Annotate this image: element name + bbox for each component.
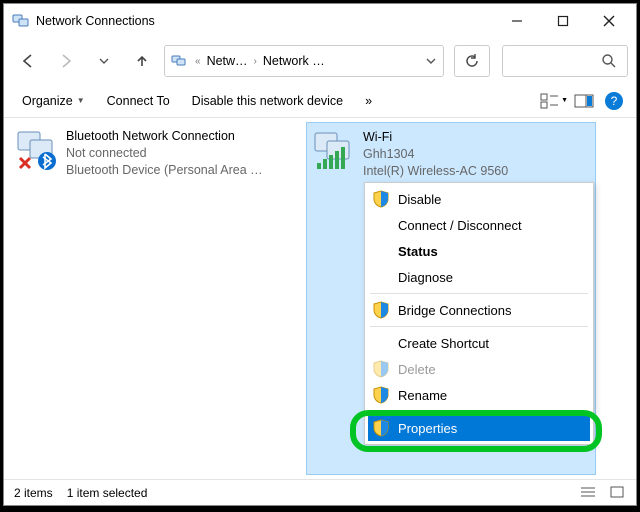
adapter-name: Wi-Fi [363, 129, 508, 146]
selection-count: 1 item selected [67, 486, 148, 500]
forward-button[interactable] [50, 45, 82, 77]
titlebar: Network Connections [4, 4, 636, 38]
breadcrumb-item[interactable]: Netw… [207, 54, 248, 68]
organize-label: Organize [22, 94, 73, 108]
preview-pane-button[interactable] [570, 89, 598, 113]
back-button[interactable] [12, 45, 44, 77]
adapter-device: Intel(R) Wireless-AC 9560 [363, 163, 508, 180]
help-button[interactable]: ? [600, 89, 628, 113]
window-controls [494, 6, 632, 36]
context-menu-disable[interactable]: Disable [368, 186, 590, 212]
breadcrumb-chevron: › [254, 56, 257, 67]
shield-icon [372, 386, 390, 404]
refresh-button[interactable] [454, 45, 490, 77]
large-icons-view-icon[interactable] [610, 486, 626, 500]
chevron-down-icon: ▼ [77, 96, 85, 105]
adapter-status: Ghh1304 [363, 146, 508, 163]
context-menu-delete: Delete [368, 356, 590, 382]
close-button[interactable] [586, 6, 632, 36]
minimize-button[interactable] [494, 6, 540, 36]
menu-separator [370, 293, 588, 294]
breadcrumb-item[interactable]: Network … [263, 54, 325, 68]
context-menu-rename[interactable]: Rename [368, 382, 590, 408]
context-menu: Disable Connect / Disconnect Status Diag… [364, 182, 594, 445]
network-connections-icon [12, 12, 30, 30]
shield-icon [372, 360, 390, 378]
search-icon [601, 53, 617, 69]
chevron-down-icon: ▼ [561, 97, 568, 104]
shield-icon [372, 190, 390, 208]
organize-menu[interactable]: Organize ▼ [12, 90, 95, 112]
menu-separator [370, 326, 588, 327]
recent-locations-button[interactable] [88, 45, 120, 77]
menu-separator [370, 411, 588, 412]
search-box[interactable] [502, 45, 628, 77]
address-bar[interactable]: « Netw… › Network … [164, 45, 444, 77]
context-menu-properties[interactable]: Properties [368, 415, 590, 441]
window-title: Network Connections [36, 14, 494, 28]
context-menu-bridge[interactable]: Bridge Connections [368, 297, 590, 323]
content-area: Bluetooth Network Connection Not connect… [4, 118, 636, 479]
context-menu-connect-disconnect[interactable]: Connect / Disconnect [368, 212, 590, 238]
view-options-button[interactable]: ▼ [540, 89, 568, 113]
toolbar-overflow[interactable]: » [355, 90, 382, 112]
item-count: 2 items [14, 486, 53, 500]
context-menu-diagnose[interactable]: Diagnose [368, 264, 590, 290]
window: Network Connections « Netw… › Network … … [3, 3, 637, 506]
adapter-name: Bluetooth Network Connection [66, 128, 263, 145]
breadcrumb-chevron: « [195, 56, 201, 67]
context-menu-status[interactable]: Status [368, 238, 590, 264]
navigation-bar: « Netw… › Network … [4, 38, 636, 84]
adapter-icon [311, 129, 355, 173]
address-dropdown-icon[interactable] [425, 55, 437, 67]
disable-device-button[interactable]: Disable this network device [182, 90, 353, 112]
network-adapter-bluetooth[interactable]: Bluetooth Network Connection Not connect… [10, 122, 300, 475]
maximize-button[interactable] [540, 6, 586, 36]
toolbar: Organize ▼ Connect To Disable this networ… [4, 84, 636, 118]
connect-to-button[interactable]: Connect To [97, 90, 180, 112]
shield-icon [372, 419, 390, 437]
shield-icon [372, 301, 390, 319]
context-menu-create-shortcut[interactable]: Create Shortcut [368, 330, 590, 356]
up-button[interactable] [126, 45, 158, 77]
status-bar: 2 items 1 item selected [4, 479, 636, 505]
adapter-device: Bluetooth Device (Personal Area … [66, 162, 263, 179]
adapter-status: Not connected [66, 145, 263, 162]
folder-icon [171, 53, 189, 69]
details-view-icon[interactable] [580, 486, 596, 500]
adapter-icon [14, 128, 58, 172]
